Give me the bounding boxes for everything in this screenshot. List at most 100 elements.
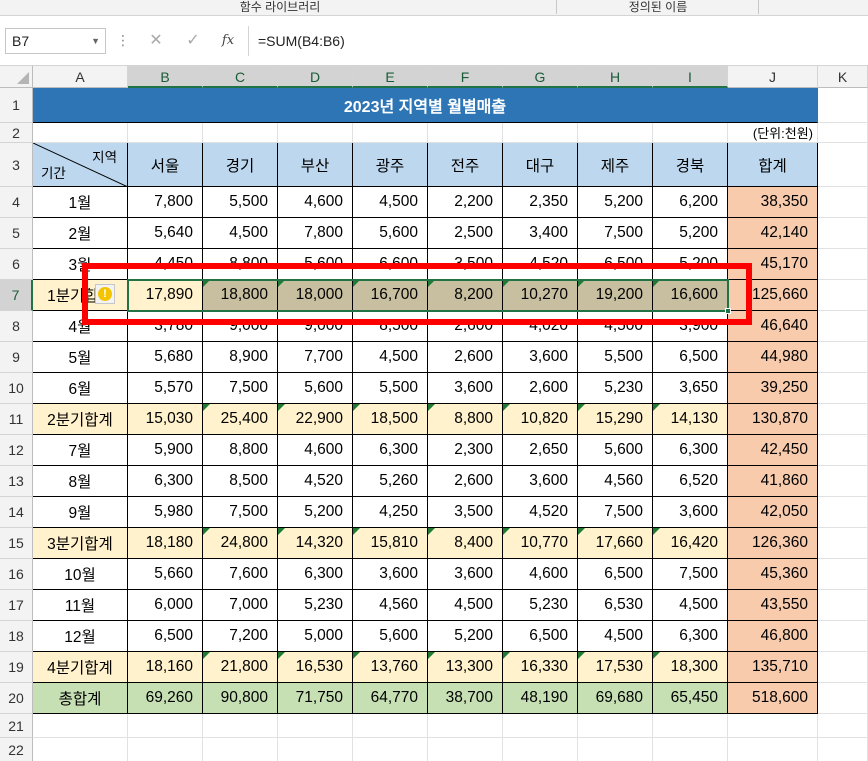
value-cell[interactable]: 4,500 — [353, 342, 428, 373]
value-cell[interactable]: 5,500 — [203, 187, 278, 218]
empty-cell[interactable] — [353, 738, 428, 761]
value-cell[interactable]: 10,820 — [503, 404, 578, 435]
period-label-cell[interactable]: 5월 — [33, 342, 128, 373]
value-cell[interactable]: 3,600 — [353, 559, 428, 590]
value-cell[interactable]: 6,300 — [353, 435, 428, 466]
value-cell[interactable]: 5,200 — [428, 621, 503, 652]
row-header-7[interactable]: 7 — [0, 280, 33, 311]
period-label-cell[interactable]: 3분기합계 — [33, 528, 128, 559]
period-label-cell[interactable]: 9월 — [33, 497, 128, 528]
value-cell[interactable]: 2,600 — [428, 466, 503, 497]
row-header-15[interactable]: 15 — [0, 528, 33, 559]
column-header-b[interactable]: B — [128, 66, 203, 88]
empty-cell[interactable] — [278, 714, 353, 738]
value-cell[interactable]: 16,420 — [653, 528, 728, 559]
value-cell[interactable]: 7,500 — [203, 497, 278, 528]
value-cell[interactable]: 5,680 — [128, 342, 203, 373]
row-header-1[interactable]: 1 — [0, 88, 33, 123]
empty-cell[interactable] — [503, 123, 578, 143]
value-cell[interactable]: 7,600 — [203, 559, 278, 590]
more-options-icon[interactable]: ⋮ — [116, 30, 130, 50]
empty-cell[interactable] — [203, 714, 278, 738]
value-cell[interactable]: 4,500 — [578, 311, 653, 342]
column-header-a[interactable]: A — [33, 66, 128, 88]
sum-cell[interactable]: 125,660 — [728, 280, 818, 311]
empty-cell[interactable] — [818, 738, 868, 761]
value-cell[interactable]: 6,520 — [653, 466, 728, 497]
empty-cell[interactable] — [818, 88, 868, 123]
value-cell[interactable]: 16,530 — [278, 652, 353, 683]
value-cell[interactable]: 69,680 — [578, 683, 653, 714]
value-cell[interactable]: 18,000 — [278, 280, 353, 311]
fx-icon[interactable]: fx — [218, 30, 238, 52]
empty-cell[interactable] — [128, 714, 203, 738]
fill-handle[interactable] — [725, 308, 731, 314]
sum-cell[interactable]: 42,140 — [728, 218, 818, 249]
sum-cell[interactable]: 41,860 — [728, 466, 818, 497]
value-cell[interactable]: 3,600 — [503, 466, 578, 497]
value-cell[interactable]: 4,250 — [353, 497, 428, 528]
value-cell[interactable]: 5,600 — [278, 249, 353, 280]
value-cell[interactable]: 69,260 — [128, 683, 203, 714]
sum-cell[interactable]: 518,600 — [728, 683, 818, 714]
empty-cell[interactable] — [818, 143, 868, 187]
value-cell[interactable]: 5,500 — [578, 342, 653, 373]
value-cell[interactable]: 4,500 — [653, 590, 728, 621]
value-cell[interactable]: 5,200 — [578, 187, 653, 218]
empty-cell[interactable] — [203, 738, 278, 761]
value-cell[interactable]: 4,020 — [503, 311, 578, 342]
row-header-19[interactable]: 19 — [0, 652, 33, 683]
sum-cell[interactable]: 135,710 — [728, 652, 818, 683]
value-cell[interactable]: 18,500 — [353, 404, 428, 435]
empty-cell[interactable] — [353, 714, 428, 738]
row-header-22[interactable]: 22 — [0, 738, 33, 761]
value-cell[interactable]: 3,600 — [503, 342, 578, 373]
value-cell[interactable]: 4,520 — [503, 497, 578, 528]
period-label-cell[interactable]: 10월 — [33, 559, 128, 590]
value-cell[interactable]: 7,500 — [203, 373, 278, 404]
row-header-14[interactable]: 14 — [0, 497, 33, 528]
column-label-cell[interactable]: 합계 — [728, 143, 818, 187]
value-cell[interactable]: 2,200 — [428, 187, 503, 218]
row-header-4[interactable]: 4 — [0, 187, 33, 218]
value-cell[interactable]: 4,520 — [503, 249, 578, 280]
value-cell[interactable]: 10,770 — [503, 528, 578, 559]
sum-cell[interactable]: 39,250 — [728, 373, 818, 404]
empty-cell[interactable] — [818, 218, 868, 249]
value-cell[interactable]: 6,500 — [578, 559, 653, 590]
empty-cell[interactable] — [818, 123, 868, 143]
unit-label[interactable]: (단위:천원) — [728, 123, 818, 143]
value-cell[interactable]: 6,300 — [128, 466, 203, 497]
value-cell[interactable]: 8,800 — [203, 249, 278, 280]
sum-cell[interactable]: 42,450 — [728, 435, 818, 466]
column-label-cell[interactable]: 대구 — [503, 143, 578, 187]
value-cell[interactable]: 5,230 — [578, 373, 653, 404]
value-cell[interactable]: 8,500 — [353, 311, 428, 342]
value-cell[interactable]: 7,700 — [278, 342, 353, 373]
column-header-e[interactable]: E — [353, 66, 428, 88]
select-all-button[interactable] — [0, 66, 33, 88]
empty-cell[interactable] — [128, 738, 203, 761]
value-cell[interactable]: 5,260 — [353, 466, 428, 497]
sum-cell[interactable]: 38,350 — [728, 187, 818, 218]
close-icon[interactable]: ✕ — [146, 30, 166, 52]
row-header-8[interactable]: 8 — [0, 311, 33, 342]
empty-cell[interactable] — [818, 590, 868, 621]
empty-cell[interactable] — [818, 249, 868, 280]
column-header-c[interactable]: C — [203, 66, 278, 88]
formula-input[interactable]: =SUM(B4:B6) — [258, 28, 858, 54]
value-cell[interactable]: 4,600 — [278, 435, 353, 466]
row-header-2[interactable]: 2 — [0, 123, 33, 143]
value-cell[interactable]: 10,270 — [503, 280, 578, 311]
value-cell[interactable]: 4,450 — [128, 249, 203, 280]
period-label-cell[interactable]: 12월 — [33, 621, 128, 652]
value-cell[interactable]: 9,000 — [203, 311, 278, 342]
column-header-k[interactable]: K — [818, 66, 868, 88]
value-cell[interactable]: 5,640 — [128, 218, 203, 249]
empty-cell[interactable] — [428, 123, 503, 143]
row-header-17[interactable]: 17 — [0, 590, 33, 621]
value-cell[interactable]: 3,600 — [653, 497, 728, 528]
value-cell[interactable]: 2,650 — [503, 435, 578, 466]
value-cell[interactable]: 15,030 — [128, 404, 203, 435]
value-cell[interactable]: 5,230 — [278, 590, 353, 621]
